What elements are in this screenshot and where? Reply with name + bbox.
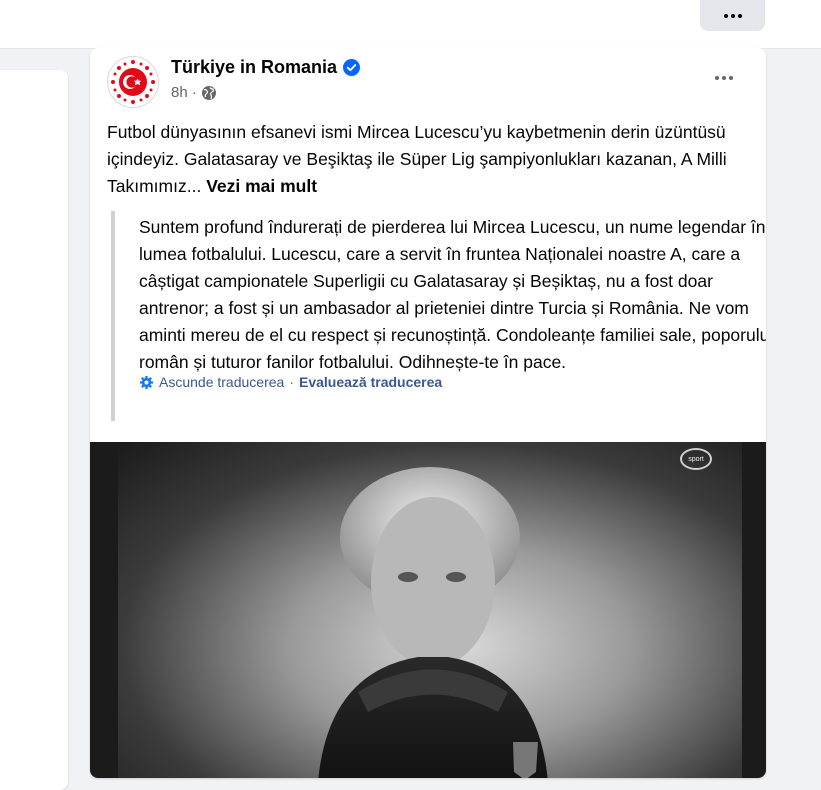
more-options-button[interactable]	[700, 0, 765, 31]
post-text-body: Futbol dünyasının efsanevi ismi Mircea L…	[107, 122, 727, 196]
portrait-illustration	[318, 467, 548, 778]
more-dots-icon	[715, 76, 733, 80]
channel-logo: sport	[680, 448, 712, 470]
meta-separator: ·	[191, 84, 197, 101]
post-options-button[interactable]	[704, 68, 744, 88]
left-card	[0, 70, 68, 790]
translated-text: Suntem profund îndurerați de pierderea l…	[139, 217, 766, 372]
verified-badge-icon	[343, 59, 361, 76]
translation-block: Suntem profund îndurerați de pierderea l…	[111, 211, 766, 421]
post-photo[interactable]: sport	[90, 442, 766, 778]
see-more-link[interactable]: Vezi mai mult	[206, 176, 317, 196]
rate-translation-link[interactable]: Evaluează traducerea	[299, 374, 442, 390]
globe-icon[interactable]	[201, 85, 217, 101]
top-bar	[0, 0, 821, 49]
post-text: Futbol dünyasının efsanevi ismi Mircea L…	[107, 119, 757, 200]
turkish-emblem-icon	[111, 60, 155, 104]
translation-separator: ·	[289, 374, 294, 390]
hide-translation-link[interactable]: Ascunde traducerea	[159, 374, 284, 390]
avatar[interactable]	[107, 56, 159, 108]
post-time[interactable]: 8h	[171, 84, 188, 101]
more-dots-icon	[723, 13, 742, 18]
gear-icon	[139, 375, 154, 389]
author-name-label: Türkiye in Romania	[171, 57, 338, 77]
translation-controls: Ascunde traducerea · Evaluează traducere…	[139, 374, 766, 390]
author-name[interactable]: Türkiye in Romania	[171, 57, 361, 78]
post-meta: 8h ·	[171, 84, 217, 101]
photo-image: sport	[118, 442, 742, 778]
post-card: Türkiye in Romania 8h · Futbol dünyasını…	[90, 48, 766, 778]
